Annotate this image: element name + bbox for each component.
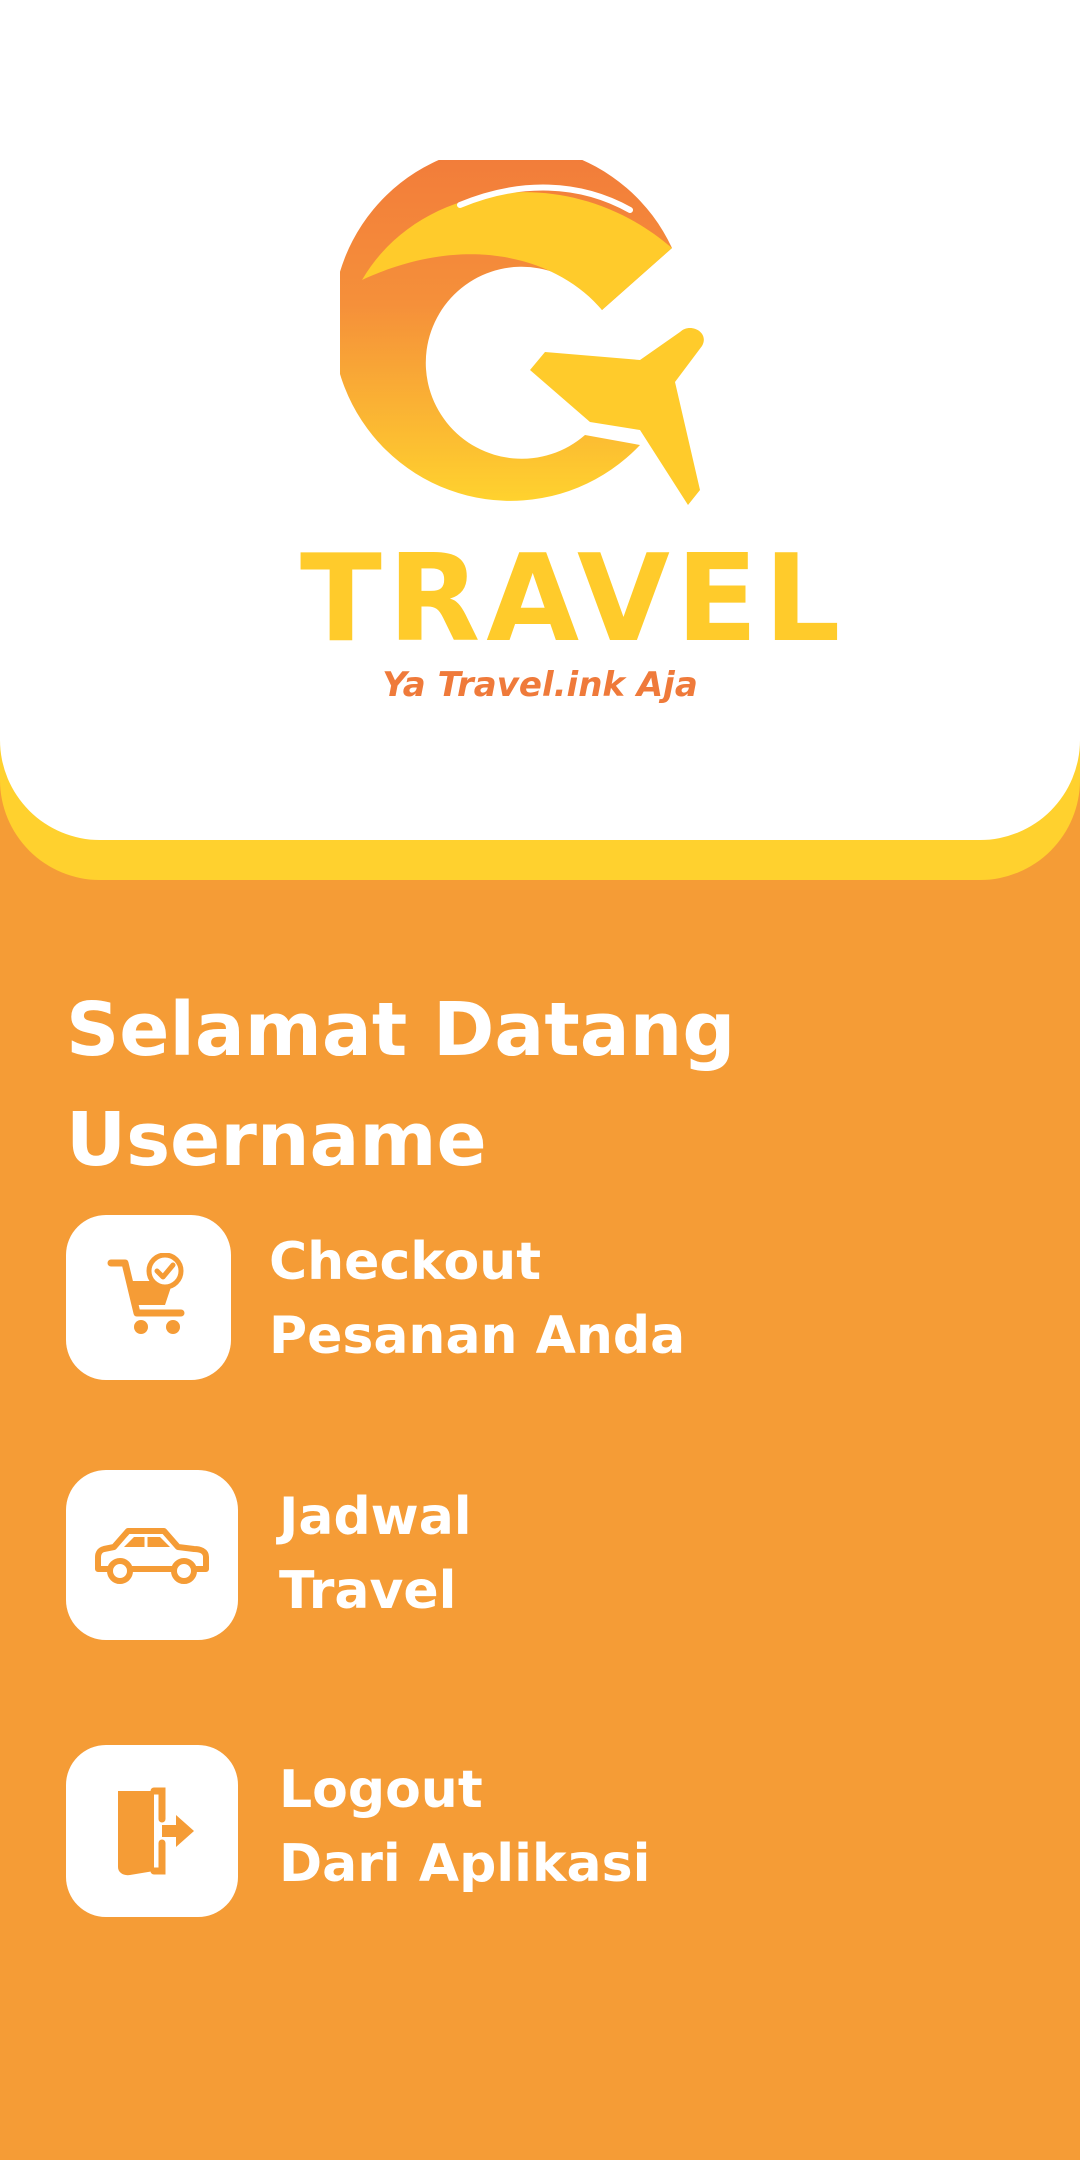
logout-subtitle: Dari Aplikasi [279,1834,651,1894]
logout-door-icon [118,1787,194,1876]
menu-item-schedule[interactable]: Jadwal Travel [66,1470,966,1640]
checkout-subtitle: Pesanan Anda [269,1306,686,1366]
checkout-title: Checkout [269,1232,542,1292]
cart-check-icon [107,1252,184,1334]
checkout-icon-box[interactable] [66,1215,231,1380]
logout-icon-box[interactable] [66,1745,238,1917]
schedule-subtitle: Travel [279,1561,457,1621]
header-card: TRAVEL Ya Travel.ink Aja [0,0,1080,840]
schedule-title: Jadwal [279,1487,472,1547]
menu-item-logout[interactable]: Logout Dari Aplikasi [66,1745,966,1917]
schedule-icon-box[interactable] [66,1470,238,1640]
logout-title: Logout [279,1760,483,1820]
logo-wordmark: TRAVEL [300,530,847,669]
g-travel-logo-icon [340,160,704,505]
welcome-heading: Selamat Datang Username [66,962,966,1208]
car-icon [95,1528,209,1584]
logo-tagline: Ya Travel.ink Aja [382,665,698,705]
menu-item-checkout[interactable]: Checkout Pesanan Anda [66,1215,966,1380]
